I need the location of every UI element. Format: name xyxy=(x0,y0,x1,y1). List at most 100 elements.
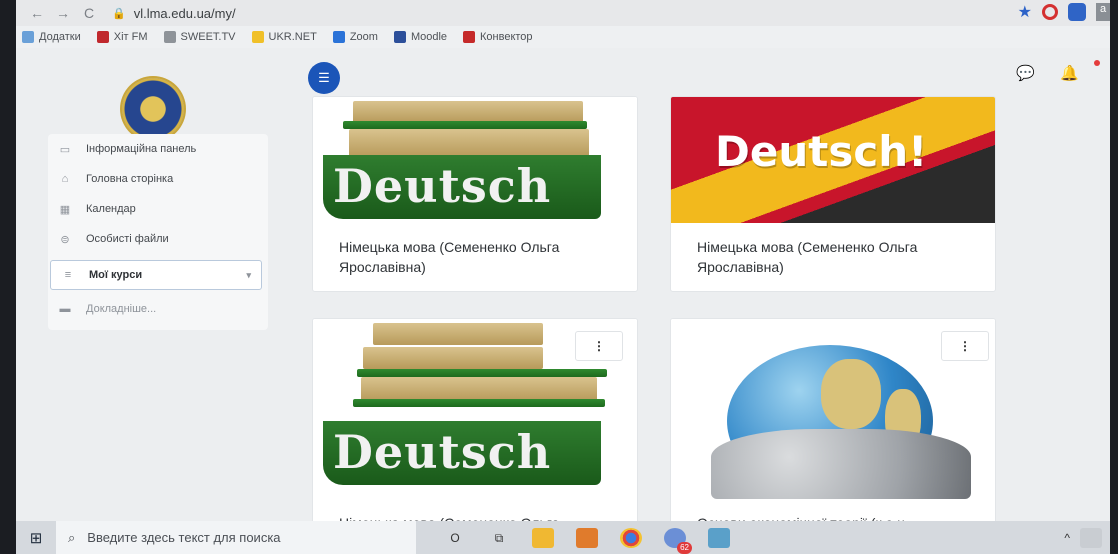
flag-title: Deutsch! xyxy=(715,127,928,176)
book-shape xyxy=(357,369,607,377)
chrome-icon[interactable] xyxy=(620,527,642,548)
bookmark-label: Zoom xyxy=(349,31,378,43)
search-placeholder: Введите здесь текст для поиска xyxy=(87,530,281,545)
sweettv-icon xyxy=(163,31,176,43)
notification-badge: 62 xyxy=(677,541,692,554)
chat-icon[interactable]: 💬 xyxy=(1016,64,1035,82)
course-card[interactable]: ⋮ Основи економічної теорії (к.е.н. xyxy=(670,318,996,528)
sidebar-item-label: Особисті файли xyxy=(86,233,169,245)
sidebar-item-dashboard[interactable]: ▭ Інформаційна панель xyxy=(48,134,268,164)
app-icon[interactable] xyxy=(708,527,730,548)
search-icon: ⌕ xyxy=(68,529,76,545)
course-image-books[interactable]: Deutsch ⋮ xyxy=(313,319,637,499)
course-card[interactable]: Deutsch! Німецька мова (Семененко Ольга … xyxy=(670,96,996,292)
dashboard-icon: ▭ xyxy=(59,143,71,156)
screen: ← → C 🔒 vl.lma.edu.ua/my/ ★ a Додатки Хі… xyxy=(16,0,1110,554)
course-menu-button[interactable]: ⋮ xyxy=(941,331,989,361)
extension-icon[interactable] xyxy=(1068,3,1086,21)
bookmark-label: Додатки xyxy=(39,31,81,43)
ukrnet-icon xyxy=(251,31,264,43)
folder-icon: ▬ xyxy=(59,303,71,315)
bookmark-zoom[interactable]: Zoom xyxy=(332,31,378,43)
university-logo[interactable] xyxy=(122,78,184,140)
viber-icon[interactable]: 62 xyxy=(664,527,692,554)
sidebar-item-my-courses[interactable]: ≡ Мої курси ▾ xyxy=(50,260,262,290)
zoom-icon xyxy=(332,31,345,43)
drawer-toggle-button[interactable]: ☰ xyxy=(308,62,340,94)
apps-grid-icon xyxy=(22,31,34,43)
system-tray: ^ xyxy=(1064,521,1102,554)
bookmark-konvektor[interactable]: Конвектор xyxy=(463,31,533,43)
sidebar-item-label: Мої курси xyxy=(89,269,143,281)
bookmark-label: Хіт FM xyxy=(113,31,148,43)
course-menu-button[interactable]: ⋮ xyxy=(575,331,623,361)
reload-icon[interactable]: C xyxy=(76,5,102,21)
store-icon[interactable] xyxy=(576,527,598,548)
sidebar-item-label: Інформаційна панель xyxy=(86,143,197,155)
course-title[interactable]: Німецька мова (Семененко Ольга Ярославів… xyxy=(313,223,637,291)
file-explorer-icon[interactable] xyxy=(532,527,554,548)
book-shape xyxy=(343,121,587,129)
book-shape xyxy=(349,129,589,157)
hitfm-icon xyxy=(96,31,109,43)
course-title[interactable]: Німецька мова (Семененко Ольга Ярославів… xyxy=(671,223,995,291)
bookmark-star-icon[interactable]: ★ xyxy=(1018,2,1032,22)
sidebar-item-label: Докладніше... xyxy=(86,303,157,315)
course-image-flag[interactable]: Deutsch! xyxy=(671,97,995,223)
bookmark-apps[interactable]: Додатки xyxy=(22,31,81,43)
forward-icon[interactable]: → xyxy=(50,5,76,21)
files-icon: ⊜ xyxy=(60,233,70,246)
home-icon: ⌂ xyxy=(61,173,69,185)
book-shape xyxy=(363,347,543,369)
sidebar-item-more[interactable]: ▬ Докладніше... xyxy=(48,294,268,324)
calendar-icon: ▦ xyxy=(59,203,71,216)
course-image-globe[interactable]: ⋮ xyxy=(671,319,995,499)
profile-icon[interactable]: a xyxy=(1096,3,1110,21)
bookmark-label: Moodle xyxy=(410,31,448,43)
book-shape xyxy=(373,323,543,345)
chevron-down-icon[interactable]: ▾ xyxy=(246,270,251,281)
tray-app-icon[interactable] xyxy=(1080,527,1102,548)
bookmark-label: Конвектор xyxy=(480,31,533,43)
course-card[interactable]: Deutsch ⋮ Німецька мова (Семененко Ольга xyxy=(312,318,638,528)
sidebar: ▭ Інформаційна панель ⌂ Головна сторінка… xyxy=(34,48,272,338)
book-title: Deutsch xyxy=(333,425,552,479)
bookmark-sweettv[interactable]: SWEET.TV xyxy=(163,31,236,43)
bookmark-moodle[interactable]: Moodle xyxy=(393,31,448,43)
book-shape xyxy=(361,377,597,401)
bookmark-label: UKR.NET xyxy=(268,31,317,43)
url-field[interactable]: vl.lma.edu.ua/my/ xyxy=(134,6,236,21)
notification-dot xyxy=(1094,60,1100,66)
back-icon[interactable]: ← xyxy=(24,5,50,21)
bookmark-ukrnet[interactable]: UKR.NET xyxy=(251,31,317,43)
moodle-icon xyxy=(393,31,406,43)
course-card[interactable]: Deutsch Німецька мова (Семененко Ольга Я… xyxy=(312,96,638,292)
opera-extension-icon[interactable] xyxy=(1042,4,1058,20)
taskbar: ⊞ ⌕ Введите здесь текст для поиска O ⧉ 6… xyxy=(16,521,1110,554)
lock-icon: 🔒 xyxy=(112,7,126,20)
sidebar-item-files[interactable]: ⊜ Особисті файли xyxy=(48,224,268,254)
globe-shape xyxy=(821,359,881,429)
bell-icon[interactable]: 🔔 xyxy=(1060,64,1079,82)
tray-arrow-icon[interactable]: ^ xyxy=(1064,531,1070,545)
sidebar-item-home[interactable]: ⌂ Головна сторінка xyxy=(48,164,268,194)
nav-panel: ▭ Інформаційна панель ⌂ Головна сторінка… xyxy=(48,134,268,330)
sidebar-item-label: Головна сторінка xyxy=(86,173,174,185)
windows-start-icon[interactable]: ⊞ xyxy=(16,529,56,547)
book-title: Deutsch xyxy=(333,159,552,213)
taskbar-search-field[interactable]: ⌕ Введите здесь текст для поиска xyxy=(56,521,416,554)
heart-icon xyxy=(463,31,476,43)
bookmark-hitfm[interactable]: Хіт FM xyxy=(96,31,148,43)
book-shape xyxy=(353,101,583,123)
browser-toolbar: ← → C 🔒 vl.lma.edu.ua/my/ ★ a xyxy=(16,0,1110,26)
course-image-books[interactable]: Deutsch xyxy=(313,97,637,223)
cortana-icon[interactable]: O xyxy=(444,528,466,548)
bookmark-label: SWEET.TV xyxy=(180,31,236,43)
bookmarks-bar: Додатки Хіт FM SWEET.TV UKR.NET Zoom Moo… xyxy=(16,26,1110,48)
coins-shape xyxy=(711,429,971,499)
sidebar-item-label: Календар xyxy=(86,203,136,215)
courses-icon: ≡ xyxy=(64,269,72,281)
book-shape xyxy=(353,399,605,407)
sidebar-item-calendar[interactable]: ▦ Календар xyxy=(48,194,268,224)
task-view-icon[interactable]: ⧉ xyxy=(488,528,510,548)
